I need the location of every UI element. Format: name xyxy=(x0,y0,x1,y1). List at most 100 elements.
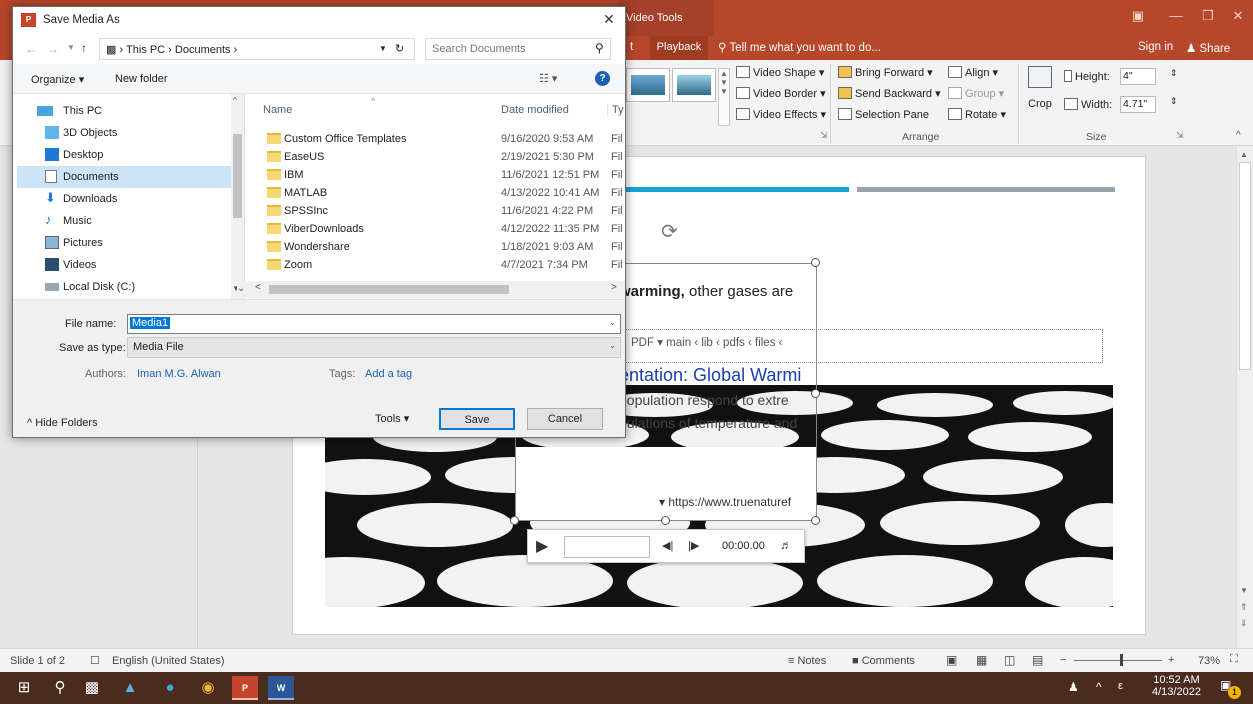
comments-button[interactable]: ■ Comments xyxy=(852,655,915,667)
slide-sorter-icon[interactable]: ▦ xyxy=(976,653,987,667)
slideshow-icon[interactable]: ▤ xyxy=(1032,653,1043,667)
file-name-dropdown-icon[interactable]: ⌄ xyxy=(609,318,616,327)
close-window-icon[interactable]: ✕ xyxy=(1228,8,1248,26)
hscroll-right-icon[interactable]: > xyxy=(611,282,617,293)
scroll-thumb[interactable] xyxy=(1239,162,1251,370)
media-progress-track[interactable] xyxy=(564,536,650,558)
search-icon[interactable]: ⚲ xyxy=(48,676,72,700)
zoom-level[interactable]: 73% xyxy=(1198,655,1220,667)
nav-pictures[interactable]: Pictures xyxy=(17,232,233,254)
column-date-modified[interactable]: Date modified xyxy=(501,104,569,116)
notes-button[interactable]: ≡ Notes xyxy=(788,655,826,667)
breadcrumb-this-pc[interactable]: This PC xyxy=(126,44,165,56)
recent-locations-icon[interactable]: ▼ xyxy=(67,43,75,52)
refresh-icon[interactable]: ↻ xyxy=(395,42,404,55)
width-input[interactable]: 4.71" xyxy=(1120,96,1156,113)
height-spinner-icon[interactable]: ⇕ xyxy=(1170,68,1178,79)
width-spinner-icon[interactable]: ⇕ xyxy=(1170,96,1178,107)
save-as-type-dropdown-icon[interactable]: ⌄ xyxy=(609,341,616,350)
organize-button[interactable]: Organize ▾ xyxy=(31,73,84,86)
file-row[interactable]: Wondershare 1/18/2021 9:03 AM Fil xyxy=(253,239,625,257)
video-shape-button[interactable]: Video Shape ▾ xyxy=(736,66,824,79)
powerpoint-taskbar-icon[interactable]: P xyxy=(232,676,258,700)
volume-icon[interactable]: ♬ xyxy=(780,538,792,552)
nav-videos[interactable]: Videos xyxy=(17,254,233,276)
step-forward-icon[interactable]: |▶ xyxy=(688,539,699,552)
collapse-chevron-icon[interactable]: ⌄ xyxy=(237,283,245,294)
nav-scrollbar[interactable]: ^ ▼ xyxy=(231,94,244,299)
authors-value[interactable]: Iman M.G. Alwan xyxy=(137,368,221,380)
help-icon[interactable]: ? xyxy=(595,71,610,86)
video-border-button[interactable]: Video Border ▾ xyxy=(736,87,826,100)
dialog-titlebar[interactable]: P Save Media As ✕ xyxy=(13,7,625,34)
size-launcher-icon[interactable]: ⇲ xyxy=(1176,130,1184,141)
video-effects-button[interactable]: Video Effects ▾ xyxy=(736,108,826,121)
resize-handle[interactable] xyxy=(811,516,820,525)
tab-playback[interactable]: Playback xyxy=(650,36,708,60)
hscroll-thumb[interactable] xyxy=(269,285,509,294)
hscroll-left-icon[interactable]: < xyxy=(255,282,261,293)
crop-icon[interactable] xyxy=(1028,66,1052,88)
chrome-icon[interactable]: ◉ xyxy=(196,676,220,700)
view-options-icon[interactable]: ☷ ▾ xyxy=(539,72,557,85)
normal-view-icon[interactable]: ▣ xyxy=(946,653,957,667)
up-arrow-icon[interactable]: ↑ xyxy=(81,41,87,55)
scroll-down-icon[interactable]: ▼ xyxy=(1240,586,1248,595)
windows-start-icon[interactable]: ⊞ xyxy=(12,676,36,700)
nav-desktop[interactable]: Desktop xyxy=(17,144,233,166)
resize-handle[interactable] xyxy=(661,516,670,525)
video-style-thumb-1[interactable] xyxy=(626,68,670,102)
back-arrow-icon[interactable]: ← xyxy=(25,42,37,56)
file-row[interactable]: IBM 11/6/2021 12:51 PM Fil xyxy=(253,167,625,185)
spelling-icon[interactable]: ☐ xyxy=(90,654,100,667)
file-explorer-icon[interactable]: ▲ xyxy=(118,676,142,700)
minimize-icon[interactable]: — xyxy=(1166,8,1186,26)
video-styles-launcher-icon[interactable]: ⇲ xyxy=(820,130,828,141)
dialog-close-icon[interactable]: ✕ xyxy=(603,11,615,28)
column-name[interactable]: Name xyxy=(263,104,292,116)
nav-music[interactable]: ♪ Music xyxy=(17,210,233,232)
file-row[interactable]: ViberDownloads 4/12/2022 11:35 PM Fil xyxy=(253,221,625,239)
forward-arrow-icon[interactable]: → xyxy=(47,42,59,56)
video-styles-more[interactable]: ▲ ▼ ▼ xyxy=(718,68,730,126)
tab-partial[interactable]: t xyxy=(630,41,633,53)
bring-forward-button[interactable]: Bring Forward ▾ xyxy=(838,66,933,79)
ribbon-display-options-icon[interactable]: ▣ xyxy=(1128,8,1148,26)
file-row[interactable]: Custom Office Templates 9/16/2020 9:53 AM… xyxy=(253,131,625,149)
search-icon[interactable]: ⚲ xyxy=(595,41,604,55)
next-slide-icon[interactable]: ⇓ xyxy=(1240,618,1248,629)
edge-icon[interactable]: ● xyxy=(158,676,182,700)
play-icon[interactable]: ▶ xyxy=(536,536,548,556)
zoom-out-icon[interactable]: − xyxy=(1060,654,1066,666)
crop-button[interactable]: Crop xyxy=(1028,98,1052,110)
nav-scroll-thumb[interactable] xyxy=(233,134,242,218)
scroll-up-icon[interactable]: ▲ xyxy=(1240,150,1248,159)
sign-in-link[interactable]: Sign in xyxy=(1138,41,1173,53)
previous-slide-icon[interactable]: ⇑ xyxy=(1240,602,1248,613)
file-row[interactable]: EaseUS 2/19/2021 5:30 PM Fil xyxy=(253,149,625,167)
search-input[interactable]: Search Documents xyxy=(425,38,611,60)
file-name-input[interactable]: Media1 ⌄ xyxy=(127,314,621,334)
nav-downloads[interactable]: ⬇ Downloads xyxy=(17,188,233,210)
zoom-slider-thumb[interactable] xyxy=(1120,654,1123,666)
tray-overflow-icon[interactable]: ^ xyxy=(1096,680,1102,694)
breadcrumb-documents[interactable]: Documents xyxy=(175,44,231,56)
address-dropdown-icon[interactable]: ▼ xyxy=(379,44,387,53)
nav-3d-objects[interactable]: 3D Objects xyxy=(17,122,233,144)
rotate-handle-icon[interactable]: ⟳ xyxy=(661,219,678,244)
resize-handle[interactable] xyxy=(510,516,519,525)
fit-slide-icon[interactable]: ⛶ xyxy=(1230,653,1238,666)
collapse-ribbon-icon[interactable]: ^ xyxy=(1236,130,1241,141)
video-style-thumb-2[interactable] xyxy=(672,68,716,102)
file-row[interactable]: SPSSInc 11/6/2021 4:22 PM Fil xyxy=(253,203,625,221)
nav-documents[interactable]: Documents xyxy=(17,166,233,188)
zoom-in-icon[interactable]: + xyxy=(1168,654,1174,666)
save-button[interactable]: Save xyxy=(439,408,515,430)
file-list-hscrollbar[interactable]: ⌄ < > xyxy=(237,281,625,298)
group-button[interactable]: Group ▾ xyxy=(948,87,1004,100)
align-button[interactable]: Align ▾ xyxy=(948,66,998,79)
maximize-icon[interactable]: ❐ xyxy=(1198,8,1218,26)
file-row[interactable]: Zoom 4/7/2021 7:34 PM Fil xyxy=(253,257,625,275)
selection-pane-button[interactable]: Selection Pane xyxy=(838,108,929,121)
file-row[interactable]: MATLAB 4/13/2022 10:41 AM Fil xyxy=(253,185,625,203)
